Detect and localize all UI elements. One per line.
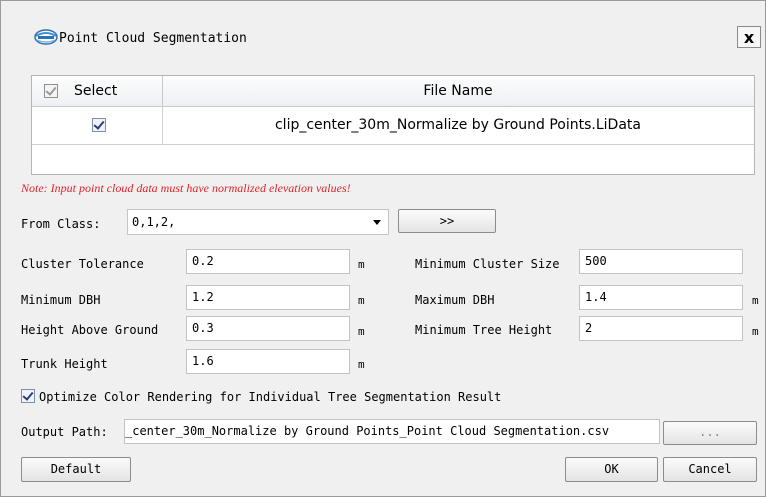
height-above-ground-input[interactable]: 0.3 (186, 316, 350, 341)
cluster-tolerance-label: Cluster Tolerance (21, 257, 144, 271)
table-row[interactable]: clip_center_30m_Normalize by Ground Poin… (32, 106, 754, 145)
optimize-color-checkbox[interactable] (21, 389, 35, 403)
from-class-dropdown[interactable]: 0,1,2, (127, 209, 389, 235)
cluster-tolerance-input[interactable]: 0.2 (186, 249, 350, 274)
optimize-color-label[interactable]: Optimize Color Rendering for Individual … (39, 390, 501, 404)
trunk-height-label: Trunk Height (21, 357, 108, 371)
dialog-title: Point Cloud Segmentation (59, 31, 247, 46)
maximum-dbh-input[interactable]: 1.4 (579, 285, 743, 310)
minimum-dbh-unit: m (358, 294, 365, 307)
minimum-tree-height-unit: m (752, 325, 759, 338)
trunk-height-unit: m (358, 358, 365, 371)
trunk-height-input[interactable]: 1.6 (186, 349, 350, 374)
point-cloud-segmentation-dialog: Point Cloud Segmentation x Select File N… (0, 0, 766, 497)
browse-button[interactable]: ... (663, 421, 757, 445)
height-above-ground-unit: m (358, 325, 365, 338)
app-logo-icon (34, 29, 58, 45)
select-all-checkbox[interactable] (44, 84, 58, 98)
minimum-cluster-size-input[interactable]: 500 (579, 249, 743, 274)
minimum-dbh-input[interactable]: 1.2 (186, 285, 350, 310)
note-text: Note: Input point cloud data must have n… (21, 181, 351, 195)
row-select-checkbox[interactable] (92, 118, 106, 132)
from-class-value: 0,1,2, (132, 215, 176, 229)
minimum-tree-height-input[interactable]: 2 (579, 316, 743, 341)
default-button[interactable]: Default (21, 457, 131, 482)
height-above-ground-label: Height Above Ground (21, 323, 159, 337)
minimum-cluster-size-label: Minimum Cluster Size (415, 257, 560, 271)
minimum-tree-height-label: Minimum Tree Height (415, 323, 553, 337)
output-path-input[interactable]: _center_30m_Normalize by Ground Points_P… (124, 419, 660, 444)
ok-button[interactable]: OK (565, 457, 658, 482)
cancel-button[interactable]: Cancel (663, 457, 757, 482)
maximum-dbh-unit: m (752, 294, 759, 307)
from-class-label: From Class: (21, 217, 101, 231)
row-select-cell (32, 106, 163, 144)
close-button[interactable]: x (737, 26, 761, 48)
select-column-header[interactable]: Select (32, 76, 163, 106)
chevron-down-icon (373, 220, 381, 225)
file-name-column-header[interactable]: File Name (162, 76, 754, 106)
select-column-label: Select (74, 83, 118, 99)
table-header: Select File Name (32, 76, 754, 107)
maximum-dbh-label: Maximum DBH (415, 293, 495, 307)
class-select-button[interactable]: >> (398, 209, 496, 233)
output-path-label: Output Path: (21, 425, 108, 439)
close-icon: x (743, 28, 755, 47)
row-file-name: clip_center_30m_Normalize by Ground Poin… (274, 117, 641, 133)
title-bar: Point Cloud Segmentation x (1, 1, 765, 48)
file-table: Select File Name clip_center_30m_Normali… (31, 75, 755, 175)
cluster-tolerance-unit: m (358, 258, 365, 271)
minimum-dbh-label: Minimum DBH (21, 293, 101, 307)
